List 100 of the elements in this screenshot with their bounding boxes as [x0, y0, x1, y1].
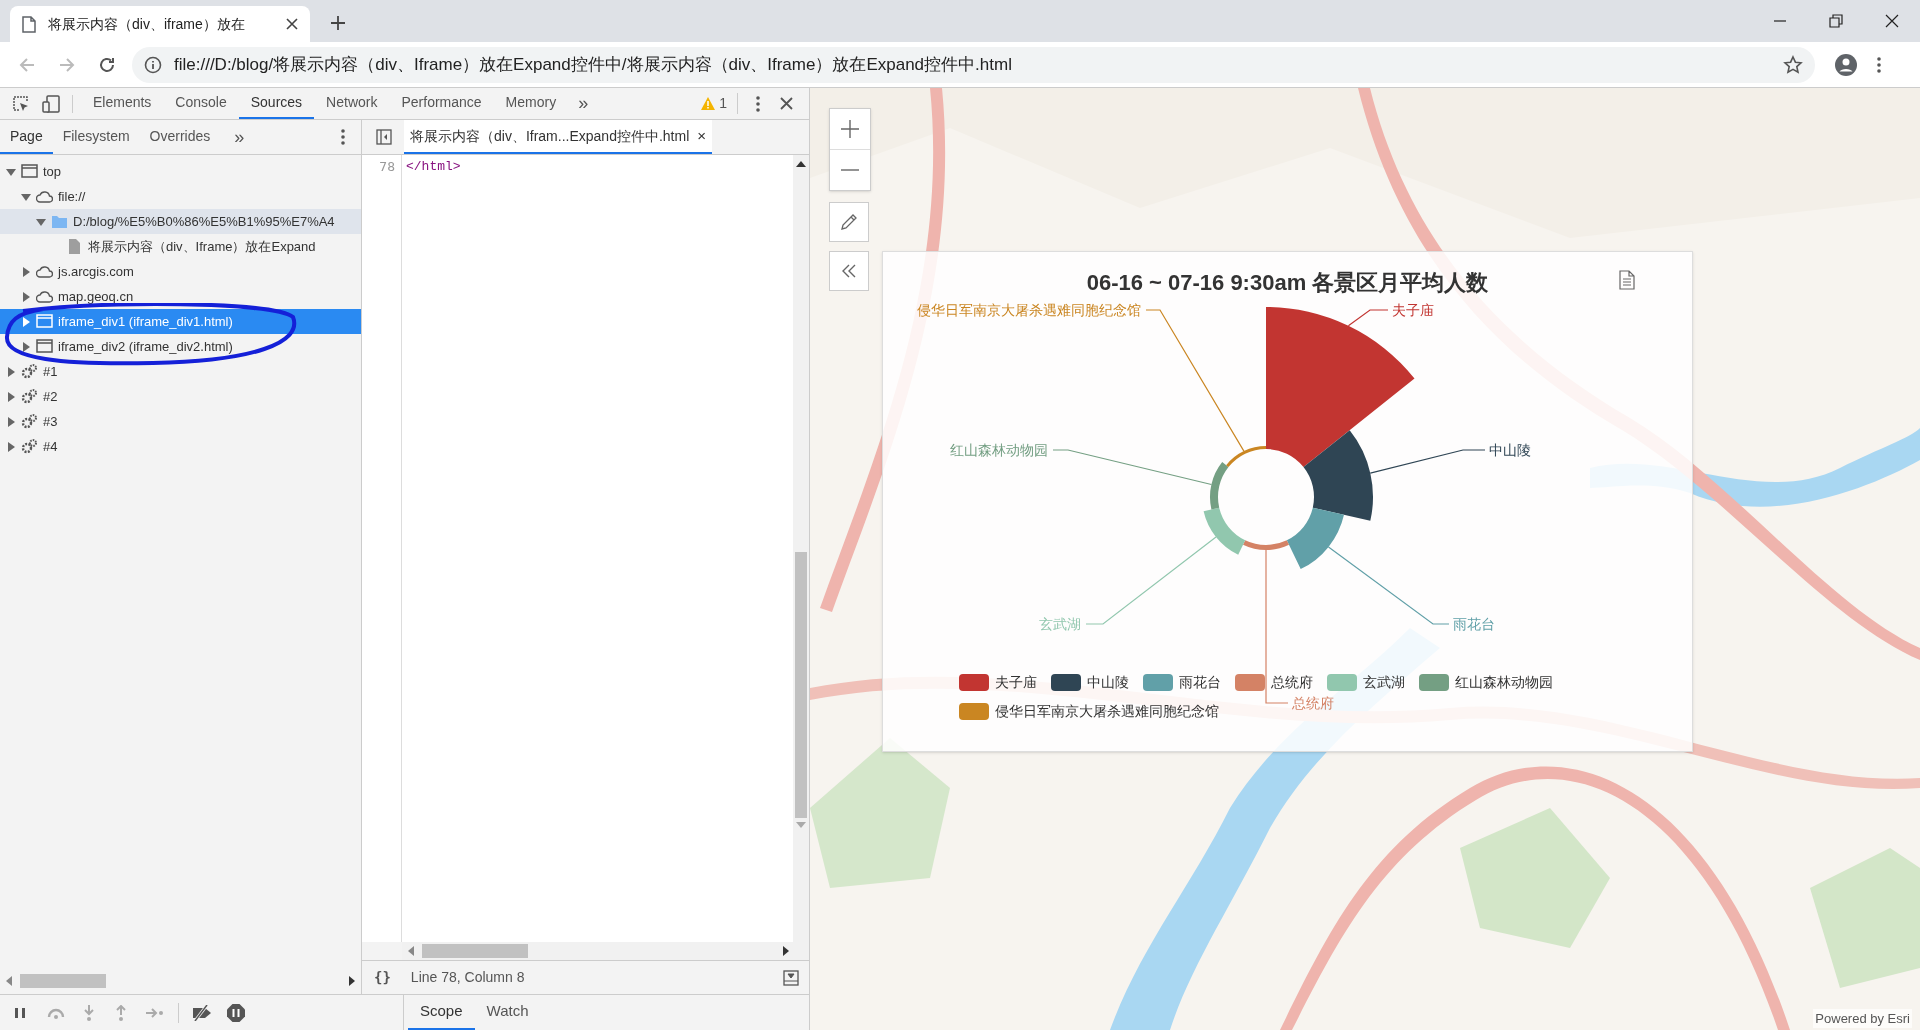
tree-item-label: #3: [43, 412, 58, 431]
browser-tab[interactable]: 将展示内容（div、iframe）放在: [10, 6, 310, 42]
close-button[interactable]: ×: [697, 124, 707, 148]
menu-icon[interactable]: [1877, 56, 1881, 73]
collapsed-arrow-icon[interactable]: [6, 441, 16, 452]
scroll-left-icon[interactable]: [408, 946, 414, 956]
legend-item[interactable]: 总统府: [1235, 672, 1313, 693]
toggle-drawer-icon[interactable]: [783, 969, 799, 986]
kebab-menu-icon[interactable]: [756, 95, 760, 112]
pause-icon[interactable]: [14, 1006, 26, 1019]
collapsed-arrow-icon[interactable]: [6, 416, 16, 427]
pause-on-exceptions-icon[interactable]: [227, 1003, 245, 1022]
legend-item[interactable]: 夫子庙: [959, 672, 1037, 693]
file-icon: [66, 238, 83, 255]
account-icon[interactable]: [1835, 53, 1857, 76]
close-icon[interactable]: [286, 18, 298, 30]
tree-item[interactable]: #3: [0, 409, 361, 434]
tree-item[interactable]: js.arcgis.com: [0, 259, 361, 284]
attribution: Powered by Esri: [1813, 1008, 1912, 1028]
tree-item-label: #1: [43, 362, 58, 381]
navigator-tab[interactable]: Filesystem: [52, 120, 140, 154]
device-icon[interactable]: [42, 94, 60, 113]
tree-item[interactable]: #2: [0, 384, 361, 409]
scrollbar-thumb[interactable]: [20, 974, 106, 988]
slice-label: 中山陵: [1489, 443, 1531, 457]
close-icon[interactable]: [1885, 14, 1899, 28]
scroll-up-icon[interactable]: [796, 161, 806, 167]
legend-item[interactable]: 中山陵: [1051, 672, 1129, 693]
frame-icon: [21, 163, 38, 180]
sketch-button[interactable]: [829, 202, 869, 242]
legend-label: 雨花台: [1179, 673, 1221, 692]
slice-label: 侵华日军南京大屠杀遇难同胞纪念馆: [917, 303, 1141, 317]
navigator-tab[interactable]: Page: [0, 120, 53, 154]
legend-item[interactable]: 侵华日军南京大屠杀遇难同胞纪念馆: [959, 701, 1219, 722]
collapsed-arrow-icon[interactable]: [21, 316, 31, 327]
tree-item-label: iframe_div2 (iframe_div2.html): [58, 337, 233, 356]
collapsed-arrow-icon[interactable]: [6, 366, 16, 377]
scroll-right-icon[interactable]: [349, 976, 355, 986]
tree-item-label: #4: [43, 437, 58, 456]
reload-icon[interactable]: [98, 55, 116, 74]
tree-item[interactable]: 将展示内容（div、Iframe）放在Expand: [0, 234, 361, 259]
new-tab-icon[interactable]: [330, 15, 346, 31]
inspect-icon[interactable]: [12, 94, 30, 113]
expanded-arrow-icon[interactable]: [6, 166, 16, 177]
legend-item[interactable]: 红山森林动物园: [1419, 672, 1553, 693]
double-chevron-left-icon: [841, 263, 857, 279]
devtools-tab[interactable]: Performance: [389, 88, 494, 119]
tree-item[interactable]: D:/blog/%E5%B0%86%E5%B1%95%E7%A4: [0, 209, 361, 234]
star-icon[interactable]: [1783, 54, 1803, 75]
legend-label: 玄武湖: [1363, 673, 1405, 692]
more-tabs-button[interactable]: »: [234, 123, 245, 151]
devtools-tab[interactable]: Sources: [238, 88, 315, 119]
expanded-arrow-icon[interactable]: [36, 216, 46, 227]
info-icon: [144, 55, 162, 74]
expanded-arrow-icon[interactable]: [21, 191, 31, 202]
tree-item[interactable]: top: [0, 159, 361, 184]
scrollbar-thumb[interactable]: [795, 552, 807, 818]
warning-counter[interactable]: 1: [701, 93, 738, 114]
tree-item-label: top: [43, 162, 62, 181]
zoom-in-icon[interactable]: [840, 119, 860, 139]
folder-icon: [51, 213, 68, 230]
more-tabs-button[interactable]: »: [578, 90, 589, 117]
legend-item[interactable]: 雨花台: [1143, 672, 1221, 693]
scroll-right-icon[interactable]: [783, 946, 789, 956]
devtools-tab[interactable]: Memory: [493, 88, 569, 119]
slice-label: 红山森林动物园: [950, 443, 1048, 457]
chart-title: 06-16 ~ 07-16 9:30am 各景区月平均人数: [1085, 269, 1490, 297]
scrollbar-thumb[interactable]: [422, 944, 528, 958]
devtools-tab[interactable]: Elements: [81, 88, 164, 119]
devtools-tab[interactable]: Console: [163, 88, 239, 119]
tree-item-label: 将展示内容（div、Iframe）放在Expand: [88, 237, 316, 256]
sidebar-toggle-icon[interactable]: [376, 129, 392, 145]
pretty-print-button[interactable]: {}: [374, 967, 391, 988]
navigator-tab[interactable]: Overrides: [139, 120, 221, 154]
kebab-menu-icon[interactable]: [341, 129, 345, 145]
collapsed-arrow-icon[interactable]: [21, 341, 31, 352]
sidebar-tab[interactable]: Scope: [408, 995, 475, 1030]
tree-item[interactable]: file://: [0, 184, 361, 209]
pencil-icon: [840, 213, 858, 231]
legend-item[interactable]: 玄武湖: [1327, 672, 1405, 693]
scroll-left-icon[interactable]: [6, 976, 12, 986]
sidebar-tab[interactable]: Watch: [474, 995, 541, 1030]
collapsed-arrow-icon[interactable]: [21, 266, 31, 277]
slice-label: 雨花台: [1453, 617, 1495, 631]
collapsed-arrow-icon[interactable]: [21, 291, 31, 302]
collapsed-arrow-icon[interactable]: [6, 391, 16, 402]
deactivate-breakpoints-icon[interactable]: [191, 1004, 213, 1021]
editor-tab[interactable]: 将展示内容（div、Ifram...Expand控件中.html ×: [404, 120, 713, 154]
tree-item[interactable]: #4: [0, 434, 361, 459]
document-icon[interactable]: [1619, 270, 1635, 290]
cloud-icon: [36, 288, 53, 305]
slice-label: 夫子庙: [1392, 303, 1434, 317]
address-bar[interactable]: file:///D:/blog/将展示内容（div、Iframe）放在Expand控件中/将展示内容（div、Iframe）放在Expand控件中.html: [132, 46, 1815, 83]
warning-icon: [701, 97, 716, 110]
tree-item[interactable]: map.geoq.cn: [0, 284, 361, 309]
tree-item[interactable]: #1: [0, 359, 361, 384]
restore-icon[interactable]: [1829, 14, 1843, 28]
devtools-tab[interactable]: Network: [314, 88, 390, 119]
close-icon[interactable]: [780, 97, 793, 110]
tree-item[interactable]: iframe_div2 (iframe_div2.html): [0, 334, 361, 359]
